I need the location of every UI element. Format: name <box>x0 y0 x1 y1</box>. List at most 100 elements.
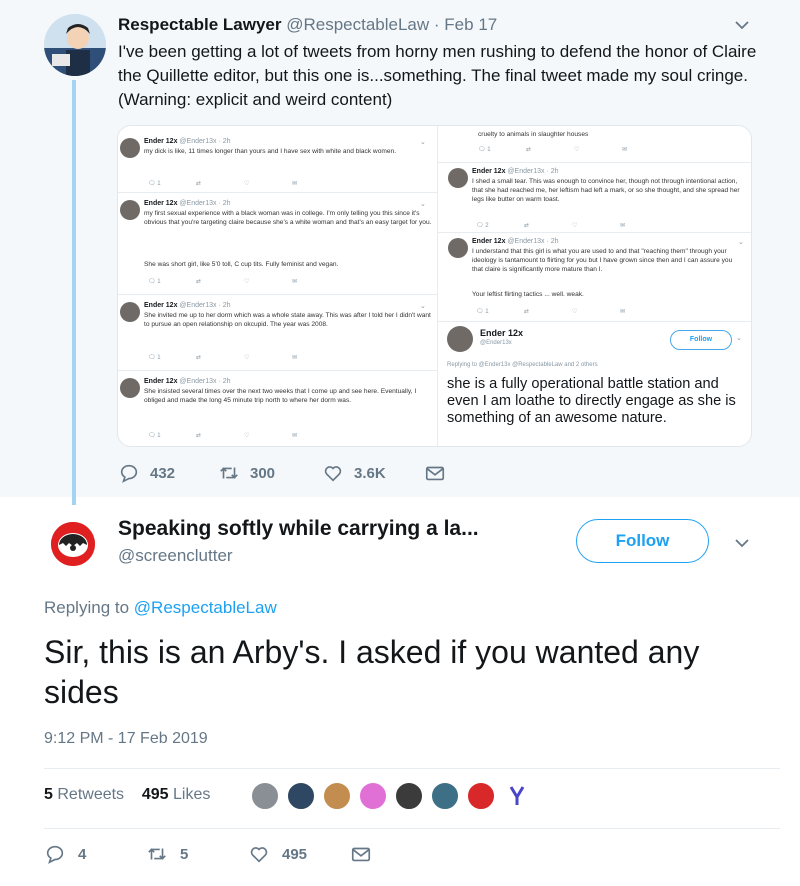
retweet-count: 5 <box>180 845 189 863</box>
avatar[interactable] <box>430 781 460 811</box>
chevron-down-icon: ⌄ <box>736 335 742 342</box>
embedded-actions: 🗨 2 ⇄ ♡ ✉ <box>476 222 668 229</box>
retweet-button[interactable]: 5 <box>146 843 188 865</box>
embedded-tweet-text: She was short girl, like 5'0 toll, C cup… <box>144 261 339 268</box>
embedded-actions: 🗨 1 ⇄ ♡ ✉ <box>478 146 678 158</box>
embedded-tweet: Ender 12x @Ender13x · 2h ⌄ my first sexu… <box>120 200 431 290</box>
chevron-down-icon: ⌄ <box>420 303 426 310</box>
avatar[interactable] <box>250 781 280 811</box>
embedded-tweet-text: She invited me up to her dorm which was … <box>144 312 431 328</box>
avatar <box>120 200 140 220</box>
retweet-icon: ⇄ <box>526 147 532 153</box>
embedded-tweet-text: Your leftist flirting tactics ... well. … <box>472 291 584 298</box>
dm-icon: ✉ <box>620 223 626 229</box>
retweet-icon: ⇄ <box>196 355 202 361</box>
avatar[interactable] <box>466 781 496 811</box>
reply-icon: 🗨 2 <box>476 223 489 229</box>
embedded-tweet: Ender 12x @Ender13x · 2h ⌄ She invited m… <box>120 302 431 366</box>
avatar[interactable] <box>44 14 106 76</box>
like-button[interactable]: 495 <box>248 843 307 865</box>
reply-icon: 🗨 1 <box>478 147 491 153</box>
divider <box>118 294 437 295</box>
avatar[interactable] <box>394 781 424 811</box>
embedded-tweet-text: She insisted several times over the next… <box>144 388 417 404</box>
dm-icon <box>351 847 371 862</box>
handle[interactable]: @RespectableLaw <box>286 15 429 34</box>
retweet-icon: ⇄ <box>524 223 530 229</box>
divider <box>44 828 780 829</box>
chevron-down-icon[interactable] <box>733 16 751 34</box>
embedded-replying-to: Replying to @Ender13x @RespectableLaw an… <box>447 362 598 368</box>
retweet-icon: ⇄ <box>524 309 530 315</box>
chevron-down-icon[interactable] <box>733 534 751 552</box>
reply-icon <box>120 464 138 483</box>
like-icon: ♡ <box>572 309 578 315</box>
avatar <box>120 302 140 322</box>
dm-icon: ✉ <box>292 181 298 187</box>
embedded-tweet-text: my dick is like, 11 times longer than yo… <box>144 148 397 155</box>
retweet-count: 300 <box>250 464 276 482</box>
avatar[interactable] <box>358 781 388 811</box>
reply-count: 4 <box>78 845 87 863</box>
follow-button[interactable]: Follow <box>576 519 709 563</box>
retweet-icon: ⇄ <box>196 279 202 285</box>
tweet-text: Sir, this is an Arby's. I asked if you w… <box>44 634 700 710</box>
handle[interactable]: @screenclutter <box>118 546 233 566</box>
dm-button[interactable] <box>424 462 456 484</box>
replying-to-link[interactable]: @RespectableLaw <box>134 598 277 617</box>
embedded-actions: 🗨 1 ⇄ ♡ ✉ <box>476 308 668 315</box>
avatar[interactable] <box>286 781 316 811</box>
replying-prefix: Replying to <box>44 598 130 617</box>
avatar <box>448 238 468 258</box>
avatar[interactable] <box>322 781 352 811</box>
reply-button[interactable]: 432 <box>118 462 175 484</box>
divider <box>44 768 780 769</box>
embedded-tweet-header: Ender 12x @Ender13x · 2h <box>472 238 559 245</box>
separator: · <box>433 15 440 34</box>
embedded-actions: 🗨 1 ⇄ ♡ ✉ <box>148 278 340 285</box>
tweet-header: Respectable Lawyer @RespectableLaw · Feb… <box>118 15 497 35</box>
embedded-tweet-text: my first sexual experience with a black … <box>144 210 432 226</box>
reply-button[interactable]: 4 <box>44 843 86 865</box>
embedded-tweet-header: Ender 12x @Ender13x · 2h <box>144 378 231 385</box>
replying-to: Replying to @RespectableLaw <box>44 598 277 618</box>
divider <box>118 370 437 371</box>
retweets-stat[interactable]: 5 Retweets <box>44 786 124 803</box>
embedded-tweet-text: I shed a small tear. This was enough to … <box>472 178 740 203</box>
like-icon: ♡ <box>244 355 250 361</box>
column-divider <box>437 126 438 446</box>
like-icon: ♡ <box>244 433 250 439</box>
display-name[interactable]: Speaking softly while carrying a la... <box>118 517 479 541</box>
dm-button[interactable] <box>350 843 384 865</box>
like-button[interactable]: 3.6K <box>322 462 386 484</box>
chevron-down-icon: ⌄ <box>420 139 426 146</box>
retweet-icon: ⇄ <box>196 433 202 439</box>
embedded-actions: 🗨 1 ⇄ ♡ ✉ <box>148 180 340 187</box>
like-icon <box>324 466 342 482</box>
retweet-button[interactable]: 300 <box>218 462 275 484</box>
embedded-handle: @Ender13x <box>480 340 512 346</box>
likes-stat[interactable]: 495 Likes <box>142 786 211 803</box>
thread-connector-line <box>72 80 76 505</box>
reply-icon <box>46 845 64 864</box>
embedded-tweet: Ender 12x @Ender13x · 2h ⌄ my dick is li… <box>120 138 430 198</box>
display-name[interactable]: Respectable Lawyer <box>118 15 281 34</box>
divider <box>438 321 751 322</box>
tweet-text: I've been getting a lot of tweets from h… <box>118 42 757 109</box>
divider <box>118 192 437 193</box>
reply-count: 432 <box>150 464 176 482</box>
tweet-timestamp[interactable]: 9:12 PM - 17 Feb 2019 <box>44 730 208 748</box>
tweet-date[interactable]: Feb 17 <box>444 15 497 34</box>
parent-tweet[interactable]: Respectable Lawyer @RespectableLaw · Feb… <box>0 0 800 505</box>
embedded-tweet-header: Ender 12x @Ender13x · 2h <box>144 200 231 207</box>
embedded-screenshot[interactable]: Ender 12x @Ender13x · 2h ⌄ my dick is li… <box>117 125 752 447</box>
embedded-tweet-text: cruelty to animals in slaughter houses <box>478 131 589 138</box>
retweet-icon <box>220 467 238 479</box>
avatar[interactable] <box>502 781 532 811</box>
avatar <box>120 138 140 158</box>
like-icon: ♡ <box>574 147 580 153</box>
dm-icon <box>425 466 445 481</box>
retweet-icon <box>148 848 166 860</box>
embedded-tweet-header: Ender 12x @Ender13x · 2h <box>144 302 231 309</box>
avatar[interactable] <box>51 522 95 566</box>
